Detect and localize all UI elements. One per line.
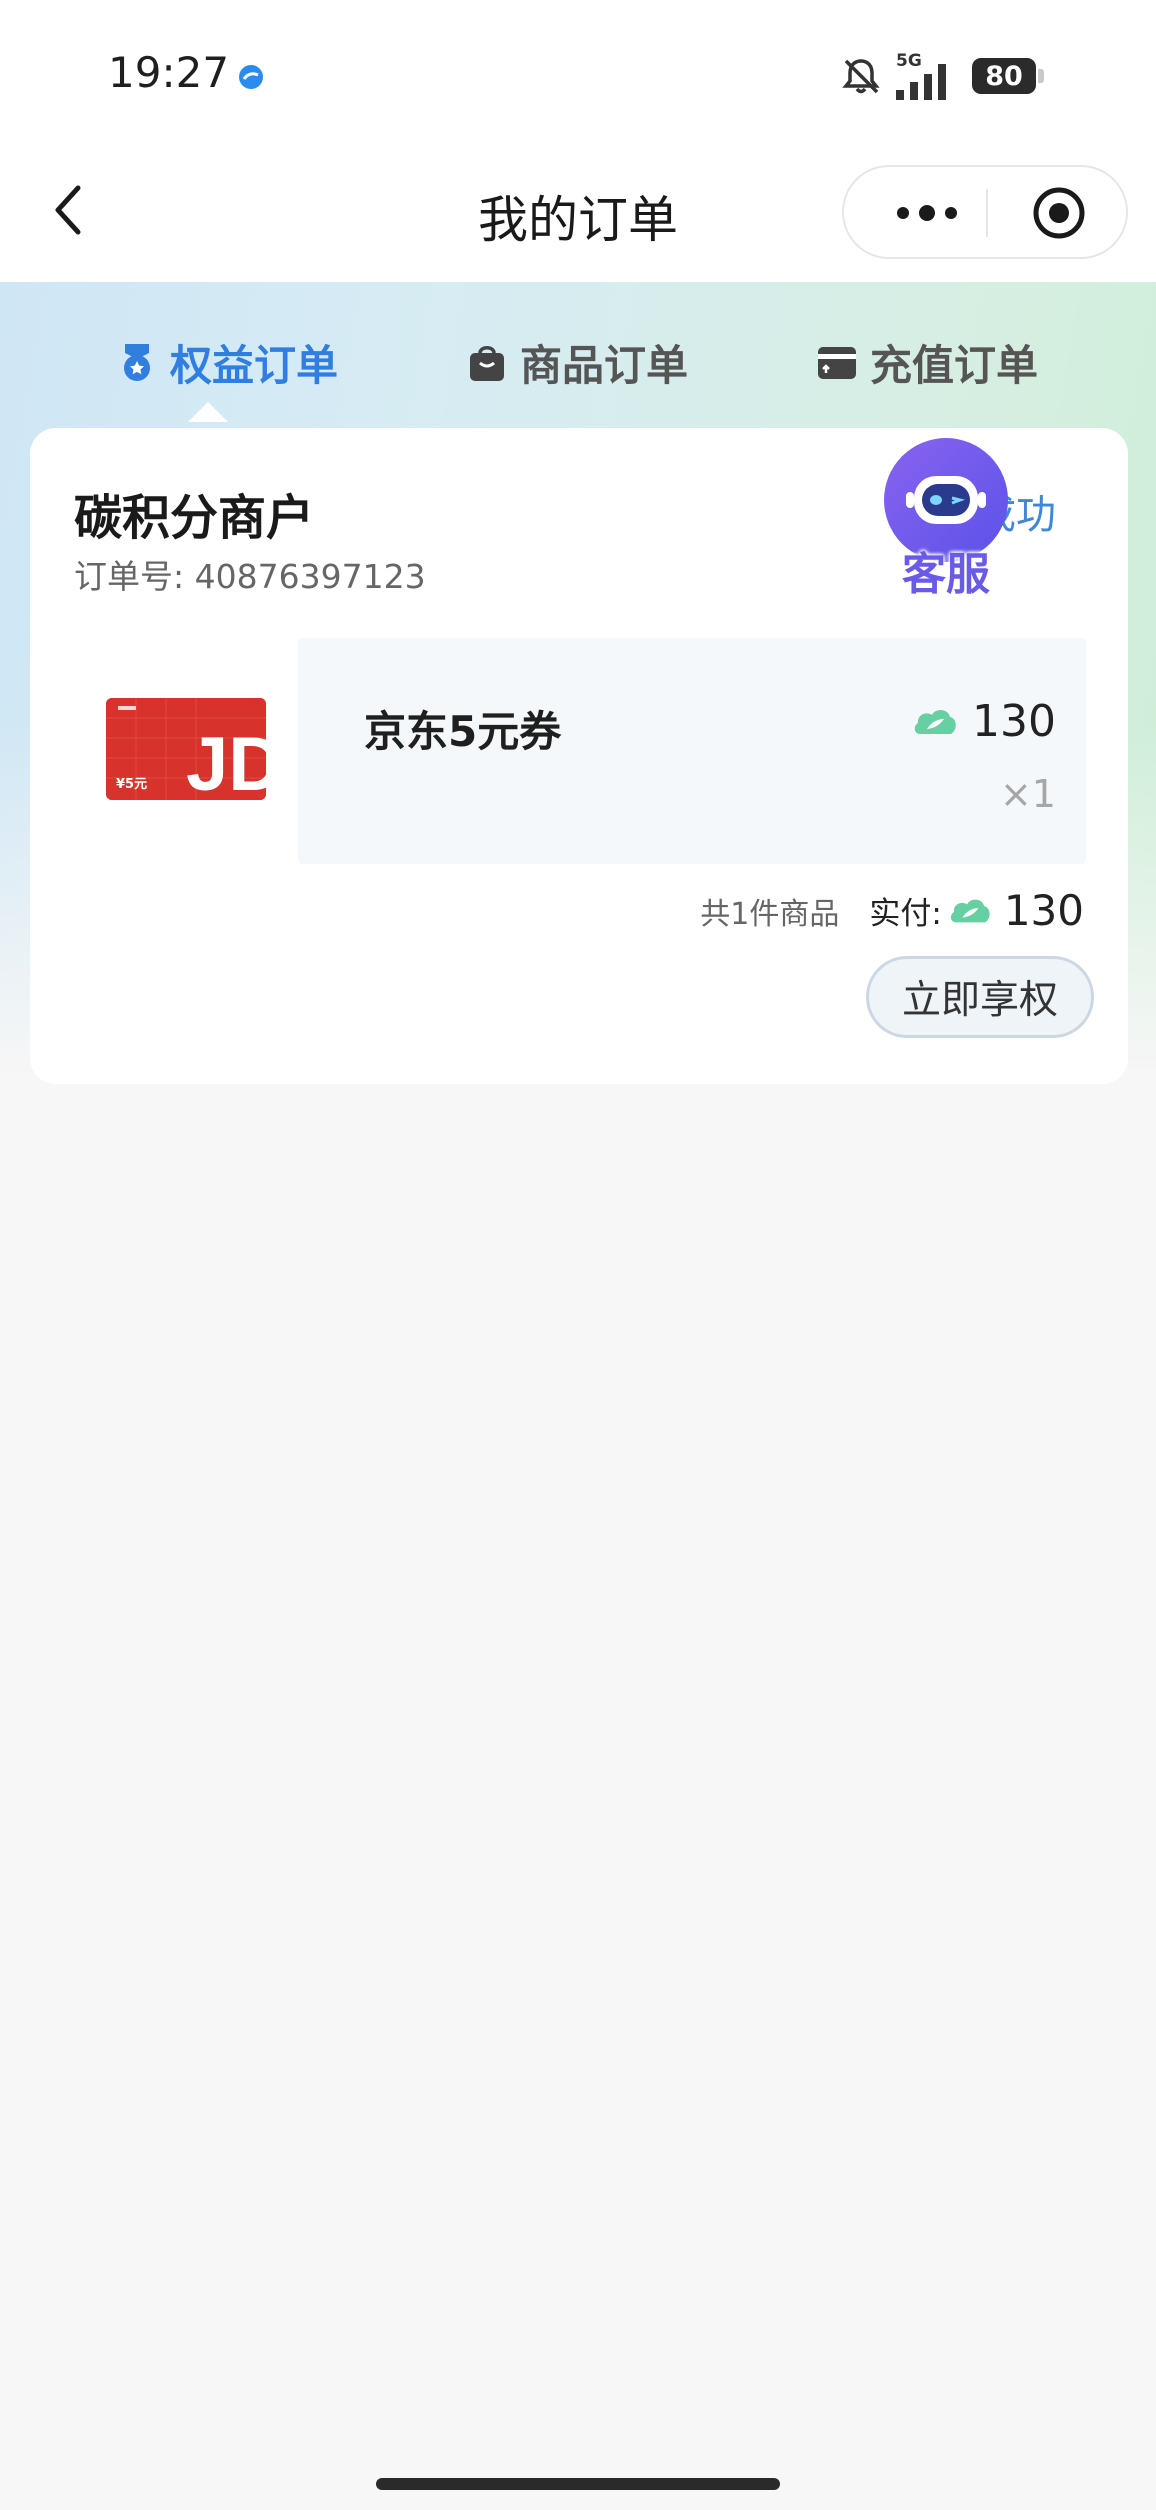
nav-bar: 我的订单 [0,150,1156,282]
redeem-benefit-button[interactable]: 立即享权 [866,956,1094,1038]
customer-service-button[interactable]: 客服 [868,438,1018,608]
product-name: 京东5元券 [364,707,562,756]
paid-amount-value: 130 [1003,886,1084,935]
signal-5g-icon: 5G [896,51,946,100]
status-bar: 19:27 5G 80 [0,0,1156,150]
robot-face-icon [906,476,986,524]
carbon-points-leaf-icon [950,899,990,922]
tab-label: 权益订单 [170,340,339,390]
product-price-value: 130 [972,696,1056,747]
more-dots-icon [897,205,957,221]
tab-product-orders[interactable]: 商品订单 [466,332,688,392]
merchant-name: 碳积分商户 [74,490,315,546]
medal-icon [124,344,150,381]
status-time: 19:27 [108,48,230,97]
app-indicator-icon [239,65,263,89]
carbon-points-leaf-icon [914,709,956,734]
order-summary: 共1件商品 实付: 130 [700,886,1084,935]
target-close-icon [1033,187,1085,239]
battery-tip [1038,69,1044,83]
tab-benefit-orders[interactable]: 权益订单 [116,332,338,392]
customer-service-label: 客服 [902,549,990,600]
status-right: 5G 80 [840,48,1044,104]
item-count: 共1件商品 [700,896,840,932]
tab-label: 商品订单 [520,340,689,390]
svg-text:5G: 5G [896,51,922,71]
product-price: 130 [912,696,1056,747]
product-info-panel[interactable]: 京东5元券 130 ×1 [298,638,1086,864]
capsule-divider [986,189,988,237]
jd-voucher-image: JD ¥5元 [106,698,266,800]
order-card[interactable]: 碳积分商户 订单号: 40876397123 成功 客服 JD ¥5元 京东5元… [30,428,1128,1084]
paid-amount: 130 [948,886,1084,935]
battery-indicator: 80 [972,58,1044,94]
order-tabs: 权益订单 商品订单 充值订单 [0,282,1156,430]
tab-recharge-orders[interactable]: 充值订单 [816,332,1038,392]
mini-program-capsule [842,165,1128,259]
battery-level: 80 [972,58,1036,94]
product-thumbnail[interactable]: JD ¥5元 [106,698,266,800]
tab-label: 充值订单 [870,340,1039,390]
jd-logo-text: JD [186,722,266,800]
more-button[interactable] [882,187,972,239]
home-indicator[interactable] [376,2478,780,2490]
paid-label: 实付: [869,896,942,932]
card-icon [818,347,856,379]
shopping-bag-icon [470,346,504,381]
active-tab-pointer [188,402,228,422]
mute-bell-icon [842,59,880,94]
close-mini-program-button[interactable] [1030,184,1088,242]
order-number: 订单号: 40876397123 [74,557,426,596]
product-quantity: ×1 [999,772,1056,816]
thumb-price-text: ¥5元 [116,777,147,792]
